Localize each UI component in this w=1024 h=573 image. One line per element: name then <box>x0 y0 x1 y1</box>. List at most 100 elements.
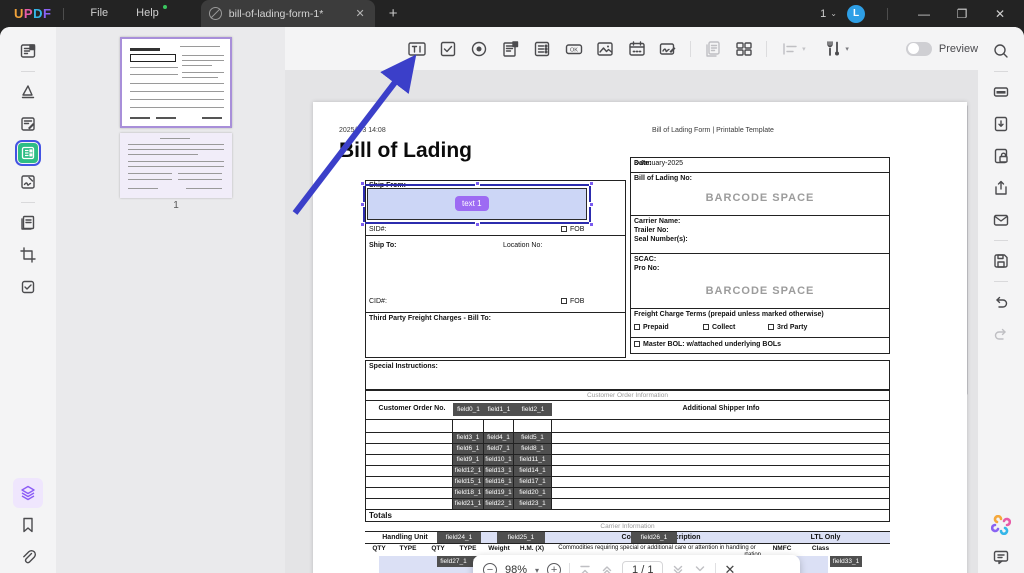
prepaid-checkbox[interactable]: Prepaid <box>634 324 643 331</box>
push-button-tool[interactable]: OK <box>559 35 588 63</box>
form-field-badge[interactable]: field11_1 <box>514 455 551 465</box>
feedback-button[interactable] <box>986 542 1016 572</box>
form-field-badge[interactable]: field3_1 <box>453 433 483 443</box>
sidebar-item-annotate[interactable] <box>13 77 43 107</box>
fob-checkbox-1[interactable]: FOB <box>561 226 570 233</box>
form-tools-menu[interactable]: ▾ <box>815 35 858 63</box>
window-page-dropdown[interactable]: 1⌄ <box>820 8 837 20</box>
sidebar-item-edit-pdf[interactable] <box>13 109 43 139</box>
form-field-badge[interactable]: field14_1 <box>514 466 551 476</box>
preview-toggle[interactable] <box>906 42 932 56</box>
sidebar-item-prepare-form-active[interactable] <box>15 140 41 166</box>
align-tool-disabled[interactable]: ▾ <box>774 35 813 63</box>
close-button[interactable]: ✕ <box>986 7 1014 21</box>
sidebar-item-reader[interactable] <box>13 36 43 66</box>
form-field-badge[interactable]: field24_1 <box>437 532 481 543</box>
sidebar-item-crop[interactable] <box>13 240 43 270</box>
redo-button-disabled[interactable] <box>986 319 1016 349</box>
resize-handle-sw[interactable] <box>360 222 365 227</box>
menu-help[interactable]: Help <box>122 0 173 27</box>
last-page-icon[interactable] <box>693 563 707 573</box>
zoom-out-button[interactable]: − <box>483 563 497 573</box>
master-bol-checkbox[interactable]: Master BOL: w/attached underlying BOLs <box>634 341 643 348</box>
layout-grid-tool[interactable] <box>729 35 758 63</box>
document-viewport[interactable]: 2025/1/3 14:08 Bill of Lading Form | Pri… <box>285 70 978 573</box>
form-field-badge[interactable]: field22_1 <box>484 499 513 509</box>
sidebar-item-bookmark[interactable] <box>13 510 43 540</box>
resize-handle-w[interactable] <box>360 202 365 207</box>
form-field-badge[interactable]: field33_1 <box>830 556 862 567</box>
tab-close-icon[interactable]: ✕ <box>354 7 367 20</box>
page-thumbnail-selected[interactable] <box>120 37 232 128</box>
resize-handle-s[interactable] <box>475 222 480 227</box>
form-field-badge[interactable]: field21_1 <box>453 499 483 509</box>
duplicate-tool-disabled[interactable] <box>698 35 727 63</box>
mail-button[interactable] <box>986 205 1016 235</box>
new-tab-button[interactable]: + <box>389 5 398 22</box>
form-field-badge[interactable]: field20_1 <box>514 488 551 498</box>
ai-assistant-button[interactable] <box>986 510 1016 540</box>
sidebar-item-fill-sign[interactable] <box>13 167 43 197</box>
ocr-button[interactable] <box>986 77 1016 107</box>
first-page-icon[interactable] <box>578 563 592 573</box>
next-page-icon[interactable] <box>671 563 685 573</box>
signature-field-tool[interactable] <box>653 35 682 63</box>
save-button[interactable] <box>986 246 1016 276</box>
minimize-button[interactable]: — <box>910 7 938 21</box>
sidebar-item-attachment[interactable] <box>13 542 43 572</box>
form-field-badge[interactable]: field27_1 <box>437 556 470 567</box>
page-thumbnail-2[interactable] <box>120 133 232 198</box>
form-field-badge[interactable]: field10_1 <box>484 455 513 465</box>
zoom-in-button[interactable]: + <box>547 563 561 573</box>
collect-checkbox[interactable]: Collect <box>703 324 712 331</box>
resize-handle-nw[interactable] <box>360 181 365 186</box>
resize-handle-ne[interactable] <box>589 181 594 186</box>
previous-page-icon[interactable] <box>600 563 614 573</box>
radio-button-tool[interactable] <box>465 35 494 63</box>
avatar[interactable]: L <box>847 5 865 23</box>
updf-logo[interactable]: UPDF <box>14 6 51 21</box>
zoombar-close-button[interactable]: ✕ <box>724 562 735 573</box>
form-field-badge[interactable]: field5_1 <box>514 433 551 443</box>
selected-text-field[interactable]: text 1 <box>363 184 591 224</box>
resize-handle-n[interactable] <box>475 181 480 186</box>
zoom-dropdown-chevron[interactable]: ▾ <box>535 566 539 573</box>
date-field-tool[interactable] <box>622 35 651 63</box>
sidebar-item-organize-pages[interactable] <box>13 208 43 238</box>
form-field-badge[interactable]: field6_1 <box>453 444 483 454</box>
pdf-page[interactable]: 2025/1/3 14:08 Bill of Lading Form | Pri… <box>313 102 967 573</box>
image-field-tool[interactable] <box>591 35 620 63</box>
form-field-badge[interactable]: field19_1 <box>484 488 513 498</box>
form-field-badge[interactable]: field18_1 <box>453 488 483 498</box>
sidebar-item-layers[interactable] <box>13 478 43 508</box>
form-field-badge[interactable]: field25_1 <box>497 532 545 543</box>
form-field-badge[interactable]: field16_1 <box>484 477 513 487</box>
form-field-badge[interactable]: field4_1 <box>484 433 513 443</box>
form-field-badge[interactable]: field15_1 <box>453 477 483 487</box>
form-field-badge[interactable]: field26_1 <box>631 532 677 543</box>
page-indicator[interactable]: 1 / 1 <box>622 561 663 573</box>
resize-handle-e[interactable] <box>589 202 594 207</box>
form-field-badge[interactable]: field17_1 <box>514 477 551 487</box>
form-field-badge[interactable]: field1_1 <box>484 403 514 416</box>
resize-handle-se[interactable] <box>589 222 594 227</box>
text-field-tool[interactable] <box>402 35 431 63</box>
fob-checkbox-2[interactable]: FOB <box>561 298 570 305</box>
share-button[interactable] <box>986 173 1016 203</box>
maximize-button[interactable]: ❐ <box>948 7 976 21</box>
form-field-badge[interactable]: field9_1 <box>453 455 483 465</box>
dropdown-tool[interactable] <box>496 35 525 63</box>
search-button[interactable] <box>986 36 1016 66</box>
sidebar-item-watermark[interactable] <box>13 272 43 302</box>
form-field-badge[interactable]: field0_1 <box>453 403 484 416</box>
form-field-badge[interactable]: field8_1 <box>514 444 551 454</box>
compress-button[interactable] <box>986 109 1016 139</box>
form-field-badge[interactable]: field2_1 <box>514 403 552 416</box>
document-tab[interactable]: bill-of-lading-form-1* ✕ <box>201 0 375 27</box>
third-party-checkbox[interactable]: 3rd Party <box>768 324 777 331</box>
form-field-badge[interactable]: field7_1 <box>484 444 513 454</box>
menu-file[interactable]: File <box>76 0 122 27</box>
list-box-tool[interactable] <box>528 35 557 63</box>
undo-button[interactable] <box>986 287 1016 317</box>
form-field-badge[interactable]: field12_1 <box>453 466 483 476</box>
